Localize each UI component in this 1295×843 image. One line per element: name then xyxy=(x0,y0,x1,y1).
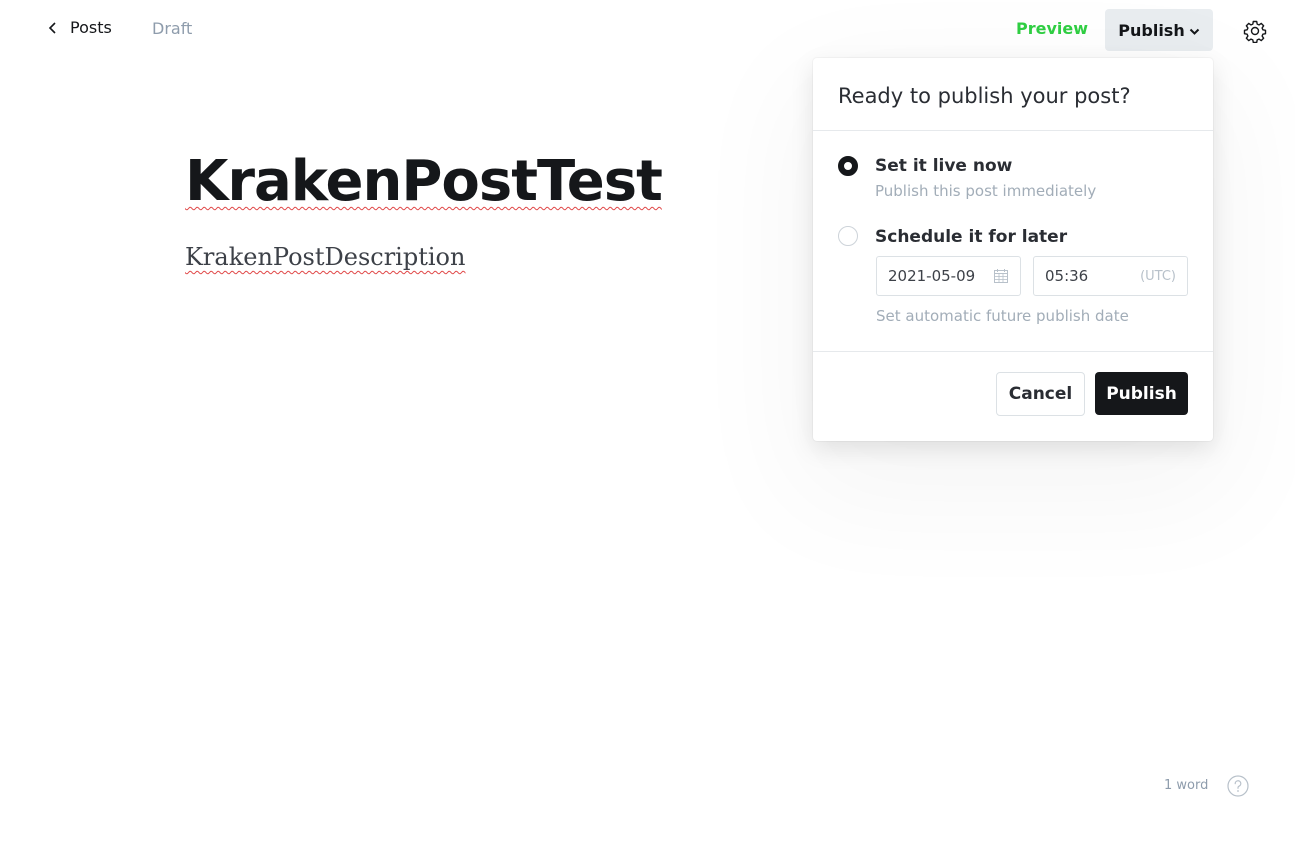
question-circle-icon xyxy=(1227,775,1249,797)
confirm-publish-button[interactable]: Publish xyxy=(1095,372,1188,415)
post-title-editor[interactable]: KrakenPostTest xyxy=(185,146,663,218)
radio-schedule-later[interactable] xyxy=(838,226,858,246)
dropdown-divider xyxy=(813,351,1213,352)
timezone-label: (UTC) xyxy=(1140,268,1176,284)
schedule-time-input[interactable]: 05:36 (UTC) xyxy=(1033,256,1188,296)
gear-icon xyxy=(1243,20,1267,44)
help-button[interactable] xyxy=(1227,775,1249,797)
schedule-time-value: 05:36 xyxy=(1045,267,1089,285)
option-description: Publish this post immediately xyxy=(875,182,1097,200)
calendar-icon xyxy=(994,269,1008,283)
back-to-posts-link[interactable]: Posts xyxy=(48,18,112,37)
post-editor-page: Posts Draft Preview Publish KrakenPostTe… xyxy=(0,0,1295,843)
option-label[interactable]: Set it live now xyxy=(875,156,1012,176)
publish-menu-label: Publish xyxy=(1118,20,1185,40)
cancel-button[interactable]: Cancel xyxy=(996,372,1085,416)
chevron-down-icon xyxy=(1189,28,1199,35)
post-status: Draft xyxy=(152,19,193,38)
schedule-hint: Set automatic future publish date xyxy=(876,307,1129,325)
publish-dropdown-heading: Ready to publish your post? xyxy=(813,58,1213,131)
back-link-label: Posts xyxy=(70,18,112,37)
word-count: 1 word xyxy=(1164,778,1209,793)
option-label[interactable]: Schedule it for later xyxy=(875,227,1067,247)
radio-set-live-now[interactable] xyxy=(838,156,858,176)
publish-menu-button[interactable]: Publish xyxy=(1105,9,1213,51)
preview-button[interactable]: Preview xyxy=(1016,19,1088,38)
chevron-left-icon xyxy=(48,21,56,34)
post-excerpt-editor[interactable]: KrakenPostDescription xyxy=(185,240,465,274)
schedule-date-value: 2021-05-09 xyxy=(888,267,976,285)
settings-button[interactable] xyxy=(1243,19,1267,44)
publish-dropdown: Ready to publish your post? Set it live … xyxy=(813,58,1213,441)
schedule-date-input[interactable]: 2021-05-09 xyxy=(876,256,1021,296)
